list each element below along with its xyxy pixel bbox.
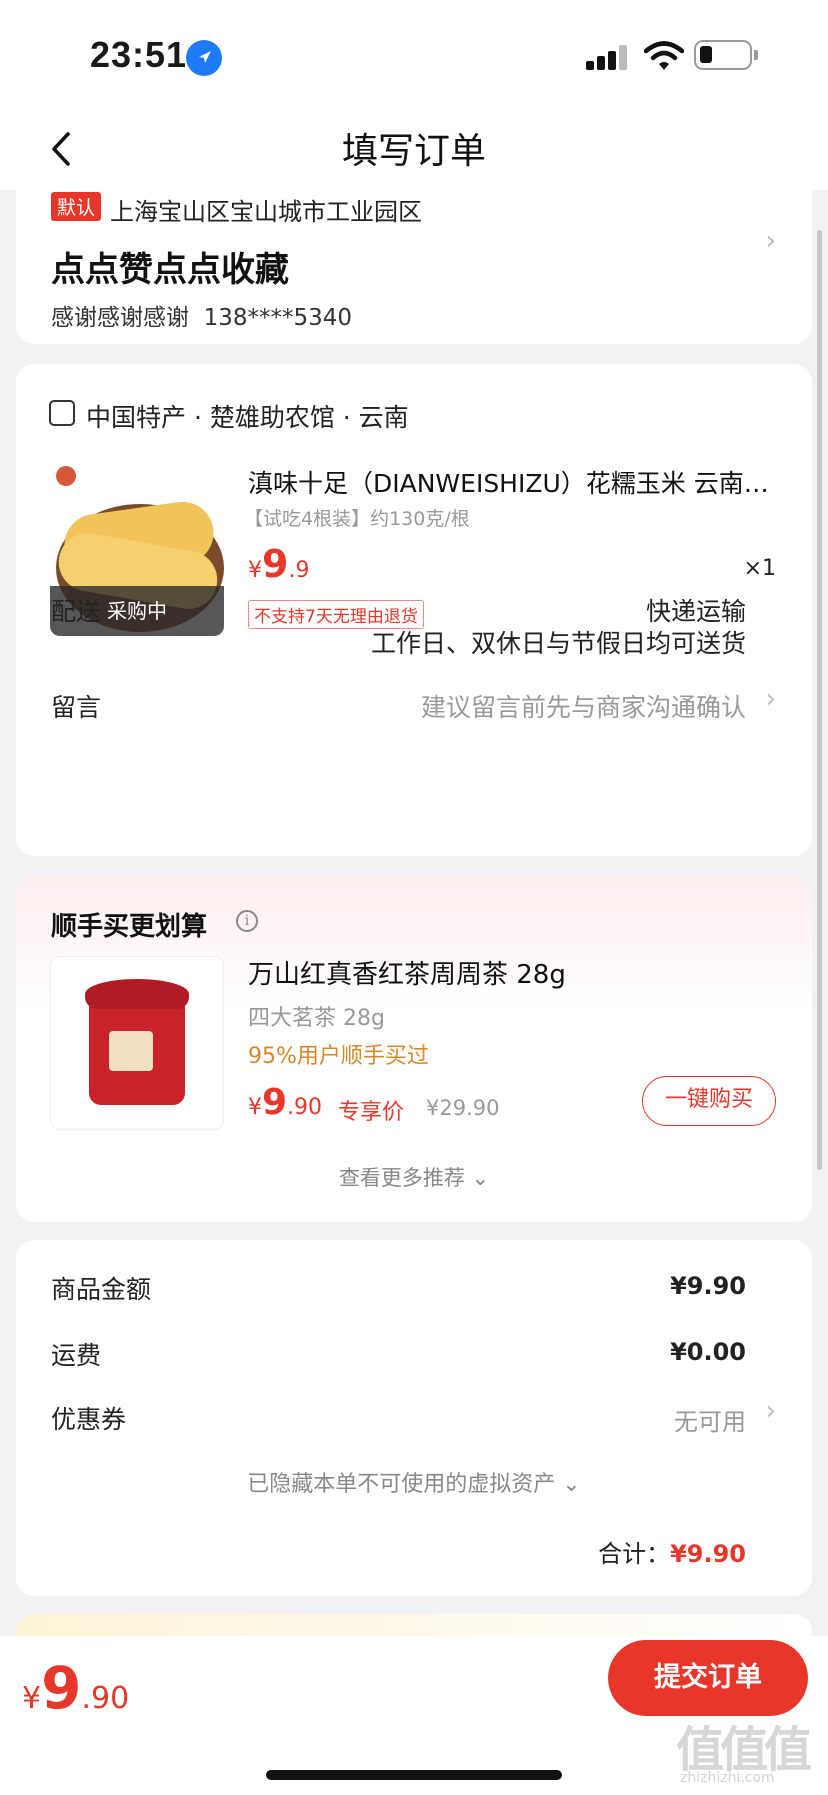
tea-buy-percent: 95%用户顺手买过 (248, 1044, 429, 1069)
nav-bar: 填写订单 (0, 110, 828, 190)
total-value: ¥9.90 (670, 1540, 746, 1568)
cellular-signal-icon (586, 44, 630, 70)
exclusive-price-label: 专享价 (338, 1100, 405, 1125)
note-input[interactable]: 建议留言前先与商家沟通确认 (421, 688, 746, 724)
home-indicator (266, 1770, 562, 1780)
shipping-label-text: 配送 (51, 597, 102, 626)
tea-subtitle: 四大茗茶 28g (248, 1006, 385, 1031)
chevron-right-icon: › (765, 1396, 776, 1426)
address-line: 上海宝山区宝山城市工业园区 (110, 198, 422, 226)
contact-name: 感谢感谢感谢 (51, 305, 189, 331)
status-time: 23:51 (90, 34, 188, 75)
hidden-assets-toggle[interactable]: 已隐藏本单不可使用的虚拟资产 ⌄ (16, 1466, 812, 1498)
total: 合计：¥9.90 (598, 1534, 746, 1569)
recommend-card: 顺手买更划算 i 万山红真香红茶周周茶 28g 四大茗茶 28g 95%用户顺手… (16, 876, 812, 1222)
total-label: 合计： (598, 1540, 671, 1568)
chevron-right-icon: › (765, 684, 776, 714)
one-click-buy-button[interactable]: 一键购买 (642, 1076, 776, 1126)
freight-label: 运费 (51, 1341, 102, 1370)
scrollbar[interactable] (817, 230, 822, 1170)
tea-title[interactable]: 万山红真香红茶周周茶 28g (248, 954, 566, 991)
product-title[interactable]: 滇味十足（DIANWEISHIZU）花糯玉米 云南西… (248, 464, 788, 500)
shipping-sub: 工作日、双休日与节假日均可送货 (370, 629, 746, 658)
tea-price: ¥9.90 (248, 1082, 323, 1123)
goods-amount-label: 商品金额 (51, 1275, 152, 1304)
brand-logo-icon (56, 466, 76, 486)
location-arrow-icon (186, 40, 222, 76)
payable-price: ¥9.90 (22, 1654, 130, 1722)
wifi-icon (643, 40, 685, 72)
note-label: 留言 (51, 693, 102, 722)
chevron-right-icon: › (765, 226, 776, 256)
battery-icon (694, 40, 758, 70)
page-title: 填写订单 (341, 131, 486, 172)
info-icon[interactable]: i (236, 910, 258, 932)
more-recommend-link[interactable]: 查看更多推荐 ⌄ (16, 1162, 812, 1192)
recipient-name: 点点赞点点收藏 (51, 250, 289, 290)
shop-card: 中国特产 · 楚雄助农馆 · 云南 采购中 滇味十足（DIANWEISHIZU）… (16, 364, 812, 856)
submit-order-button[interactable]: 提交订单 (608, 1640, 808, 1716)
recipient-contact: 感谢感谢感谢 138****5340 (51, 298, 352, 332)
contact-phone: 138****5340 (203, 305, 353, 331)
recommend-title: 顺手买更划算 (51, 912, 208, 942)
freight-value: ¥0.00 (670, 1338, 746, 1366)
product-price: ¥9.9 (248, 542, 310, 586)
tea-image[interactable] (50, 956, 224, 1130)
product-quantity: ×1 (743, 556, 776, 581)
store-icon (49, 400, 75, 426)
shop-name[interactable]: 中国特产 · 楚雄助农馆 · 云南 (86, 398, 409, 434)
watermark-url: zhizhizhi.com (680, 1770, 775, 1786)
default-badge: 默认 (51, 192, 102, 221)
summary-card: 商品金额 ¥9.90 运费 ¥0.00 优惠券 无可用 › 已隐藏本单不可使用的… (16, 1240, 812, 1596)
goods-amount-value: ¥9.90 (670, 1272, 746, 1300)
address-card[interactable]: 默认 上海宝山区宝山城市工业园区 点点赞点点收藏 感谢感谢感谢 138****5… (16, 186, 812, 344)
coupon-value[interactable]: 无可用 (674, 1402, 746, 1437)
original-price: ¥29.90 (426, 1096, 500, 1120)
coupon-label: 优惠券 (51, 1405, 127, 1434)
status-bar: 23:51 (0, 0, 828, 110)
shipping-value[interactable]: 快递运输 (646, 592, 746, 628)
product-spec: 【试吃4根装】约130克/根 (244, 508, 470, 530)
